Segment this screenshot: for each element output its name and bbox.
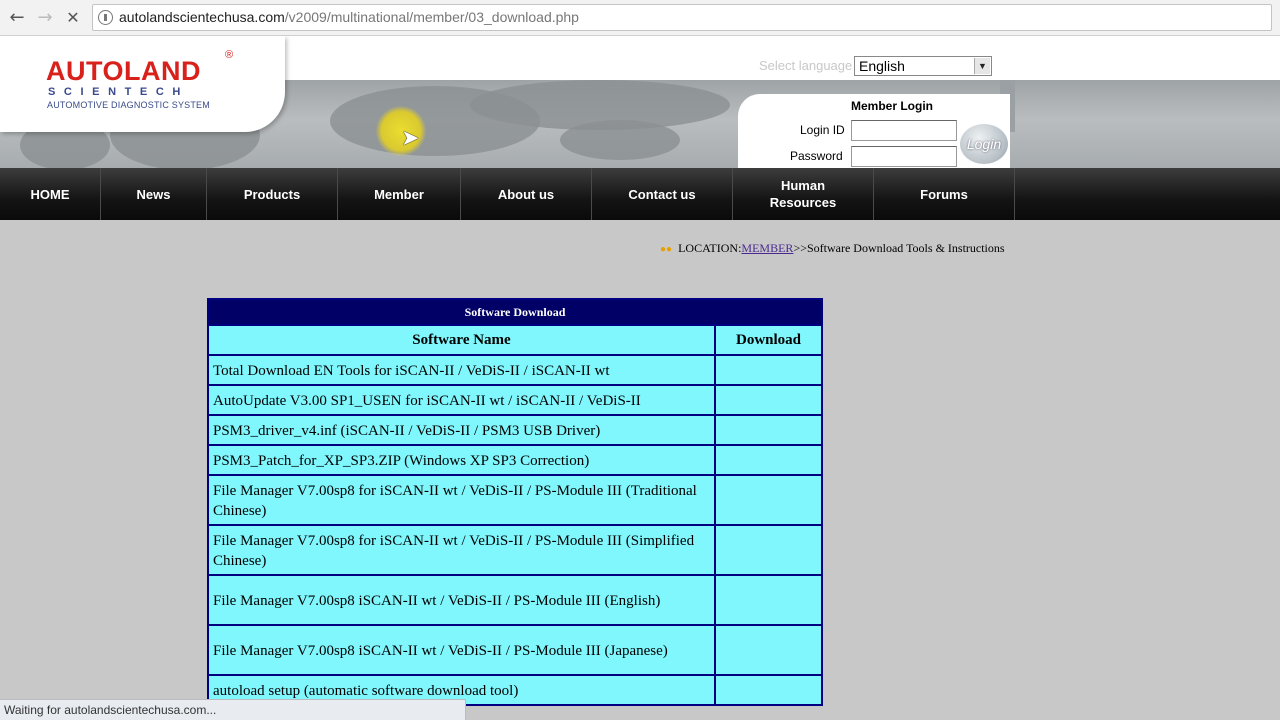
table-row: PSM3_Patch_for_XP_SP3.ZIP (Windows XP SP…: [207, 444, 823, 476]
software-name: File Manager V7.00sp8 iSCAN-II wt / VeDi…: [207, 624, 716, 676]
login-id-input[interactable]: [851, 120, 957, 141]
logo-wordmark: AUTOLAND: [46, 56, 201, 86]
nav-member[interactable]: Member: [338, 168, 461, 220]
page-info-icon[interactable]: [98, 10, 113, 25]
breadcrumb-prefix: LOCATION:: [678, 241, 742, 255]
address-bar[interactable]: autolandscientechusa.com/v2009/multinati…: [92, 4, 1272, 31]
breadcrumb: ●● LOCATION:MEMBER>>Software Download Too…: [660, 241, 1005, 256]
nav-forums[interactable]: Forums: [874, 168, 1015, 220]
table-row: File Manager V7.00sp8 for iSCAN-II wt / …: [207, 524, 823, 576]
download-cell[interactable]: [714, 524, 823, 576]
url-host: autolandscientechusa.com: [119, 9, 285, 25]
nav-products[interactable]: Products: [207, 168, 338, 220]
logo-tagline: AUTOMOTIVE DIAGNOSTIC SYSTEM: [47, 100, 210, 110]
forward-arrow-icon[interactable]: →: [34, 7, 56, 29]
registered-mark: ®: [225, 49, 234, 61]
table-row: File Manager V7.00sp8 for iSCAN-II wt / …: [207, 474, 823, 526]
logo-subtitle: SCIENTECH: [48, 86, 189, 98]
language-selected: English: [859, 58, 905, 74]
download-cell[interactable]: [714, 384, 823, 416]
table-row: AutoUpdate V3.00 SP1_USEN for iSCAN-II w…: [207, 384, 823, 416]
url-text: autolandscientechusa.com/v2009/multinati…: [119, 9, 579, 25]
software-name: File Manager V7.00sp8 for iSCAN-II wt / …: [207, 474, 716, 526]
browser-status-bar: Waiting for autolandscientechusa.com...: [0, 699, 466, 720]
table-row: File Manager V7.00sp8 iSCAN-II wt / VeDi…: [207, 624, 823, 676]
software-name: AutoUpdate V3.00 SP1_USEN for iSCAN-II w…: [207, 384, 716, 416]
table-row: Total Download EN Tools for iSCAN-II / V…: [207, 354, 823, 386]
logo[interactable]: AUTOLAND ® SCIENTECH AUTOMOTIVE DIAGNOST…: [0, 36, 285, 132]
language-label: Select language: [759, 58, 853, 73]
stop-loading-icon[interactable]: ✕: [62, 7, 84, 29]
nav-home[interactable]: HOME: [0, 168, 101, 220]
software-name: Total Download EN Tools for iSCAN-II / V…: [207, 354, 716, 386]
member-login-title: Member Login: [851, 99, 934, 113]
download-cell[interactable]: [714, 444, 823, 476]
nav-human-resources[interactable]: Human Resources: [733, 168, 874, 220]
table-row: PSM3_driver_v4.inf (iSCAN-II / VeDiS-II …: [207, 414, 823, 446]
main-nav: HOME News Products Member About us Conta…: [0, 168, 1280, 220]
download-cell[interactable]: [714, 354, 823, 386]
site-header: AUTOLAND ® SCIENTECH AUTOMOTIVE DIAGNOST…: [0, 36, 1280, 168]
nav-about-us[interactable]: About us: [461, 168, 592, 220]
nav-contact-us[interactable]: Contact us: [592, 168, 733, 220]
software-name: File Manager V7.00sp8 for iSCAN-II wt / …: [207, 524, 716, 576]
download-cell[interactable]: [714, 624, 823, 676]
chevron-down-icon[interactable]: ▼: [974, 58, 990, 74]
back-arrow-icon[interactable]: ←: [6, 7, 28, 29]
breadcrumb-current: >>Software Download Tools & Instructions: [793, 241, 1005, 255]
table-title: Software Download: [207, 298, 823, 326]
nav-news[interactable]: News: [101, 168, 207, 220]
software-name: PSM3_driver_v4.inf (iSCAN-II / VeDiS-II …: [207, 414, 716, 446]
login-id-label: Login ID: [800, 123, 845, 137]
software-name: File Manager V7.00sp8 iSCAN-II wt / VeDi…: [207, 574, 716, 626]
language-select[interactable]: English ▼: [854, 56, 992, 76]
login-button[interactable]: Login: [960, 124, 1008, 164]
bullet-icon: ●●: [660, 244, 673, 255]
password-input[interactable]: [851, 146, 957, 167]
table-row: File Manager V7.00sp8 iSCAN-II wt / VeDi…: [207, 574, 823, 626]
column-header-download: Download: [714, 324, 823, 356]
download-cell[interactable]: [714, 574, 823, 626]
software-download-table: Software Download Software Name Download…: [207, 298, 823, 706]
column-header-name: Software Name: [207, 324, 716, 356]
breadcrumb-member-link[interactable]: MEMBER: [741, 241, 793, 255]
mouse-pointer-icon: ➤: [401, 126, 420, 151]
download-cell[interactable]: [714, 474, 823, 526]
password-label: Password: [790, 149, 843, 163]
download-cell[interactable]: [714, 674, 823, 706]
url-path: /v2009/multinational/member/03_download.…: [284, 9, 579, 25]
download-cell[interactable]: [714, 414, 823, 446]
browser-toolbar: ← → ✕ autolandscientechusa.com/v2009/mul…: [0, 0, 1280, 36]
software-name: PSM3_Patch_for_XP_SP3.ZIP (Windows XP SP…: [207, 444, 716, 476]
